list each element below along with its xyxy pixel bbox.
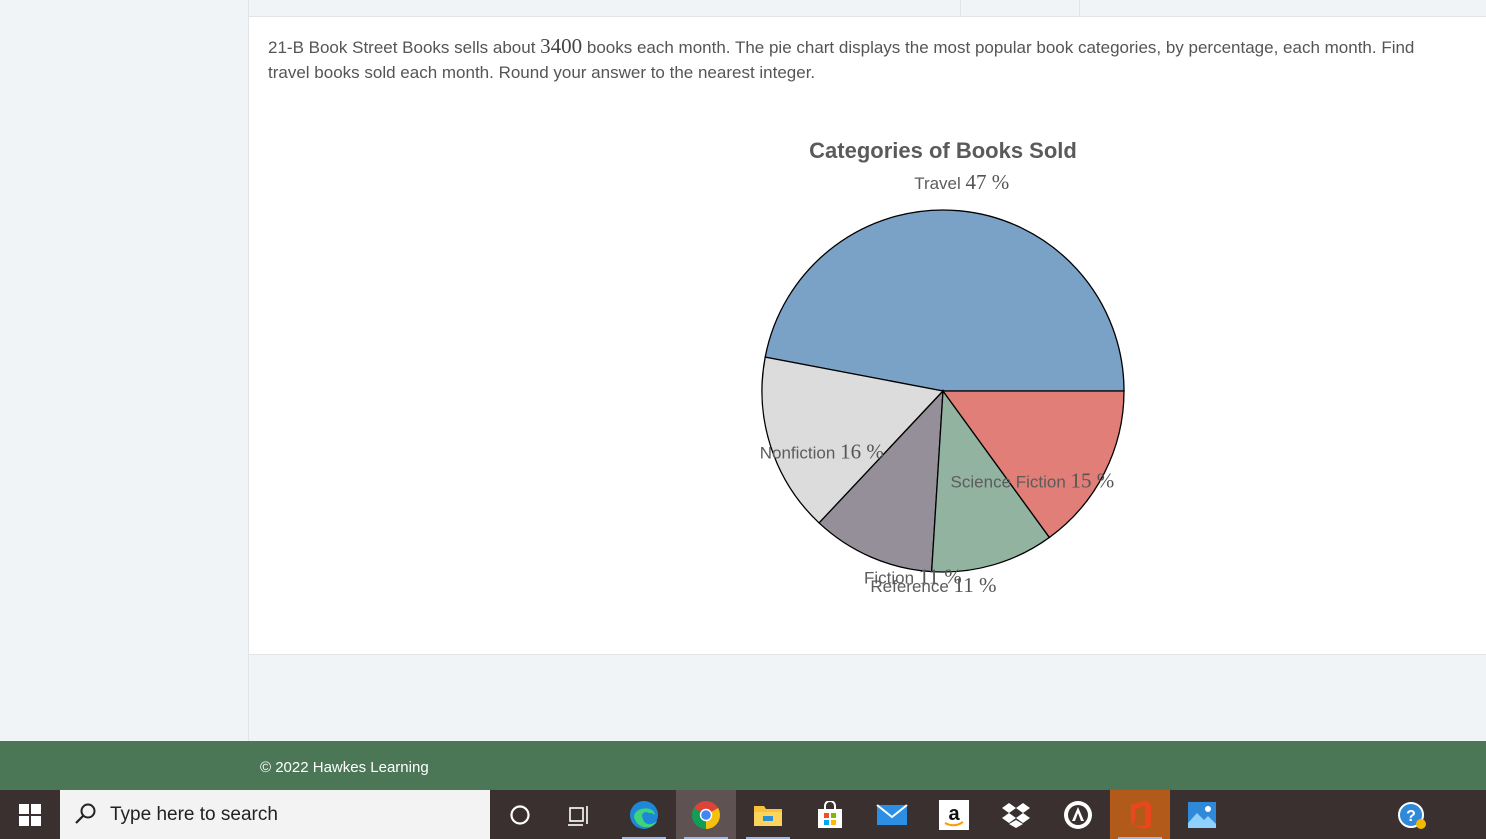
windows-start-icon[interactable] [0,790,60,839]
pie-slices [761,209,1125,573]
chrome-icon[interactable] [676,790,736,839]
pie-label-category: Reference [870,577,953,596]
pie-label-percent: 47 % [966,170,1010,194]
photos-icon[interactable] [1172,790,1232,839]
pie-slice-travel [764,209,1125,392]
bottom-area [249,655,1486,741]
help-icon[interactable]: ? [1382,790,1442,839]
edge-icon[interactable] [614,790,674,839]
app-icon[interactable] [1048,790,1108,839]
amazon-glyph: a [948,803,960,825]
pie-label-travel: Travel 47 % [914,170,1009,194]
copyright-text: © 2022 Hawkes Learning [260,759,429,776]
pie-label-science-fiction: Science Fiction 15 % [951,468,1115,492]
task-view-icon[interactable] [550,790,610,839]
search-icon [74,802,98,831]
footer: © 2022 Hawkes Learning [0,741,1486,790]
office-icon[interactable] [1110,790,1170,839]
pie-label-percent: 16 % [840,439,884,463]
amazon-icon[interactable]: a [924,790,984,839]
pie-label-reference: Reference 11 % [870,573,996,597]
pie-label-category: Science Fiction [951,472,1071,491]
chart-title: Categories of Books Sold [809,138,1077,163]
pie-label-percent: 11 % [954,573,997,597]
dropbox-icon[interactable] [986,790,1046,839]
taskbar: Type here to search a ? [0,790,1486,839]
pie-label-category: Travel [914,174,965,193]
top-strip [249,0,1486,17]
search-placeholder: Type here to search [110,804,278,825]
cortana-icon[interactable] [490,790,550,839]
file-explorer-icon[interactable] [738,790,798,839]
pie-chart: Categories of Books Sold Travel 47 % Nonf… [760,138,1125,597]
question-panel: 21-B Book Street Books sells about 3400 … [249,17,1486,655]
top-strip-divider [960,0,961,16]
mail-icon[interactable] [862,790,922,839]
svg-text:?: ? [1406,808,1416,825]
pie-label-percent: 15 % [1071,468,1115,492]
pie-label-nonfiction: Nonfiction 16 % [760,439,884,463]
left-sidebar [0,0,249,741]
store-icon[interactable] [800,790,860,839]
pie-label-category: Nonfiction [760,443,840,462]
taskbar-search[interactable]: Type here to search [60,790,490,839]
top-strip-divider [1079,0,1080,16]
